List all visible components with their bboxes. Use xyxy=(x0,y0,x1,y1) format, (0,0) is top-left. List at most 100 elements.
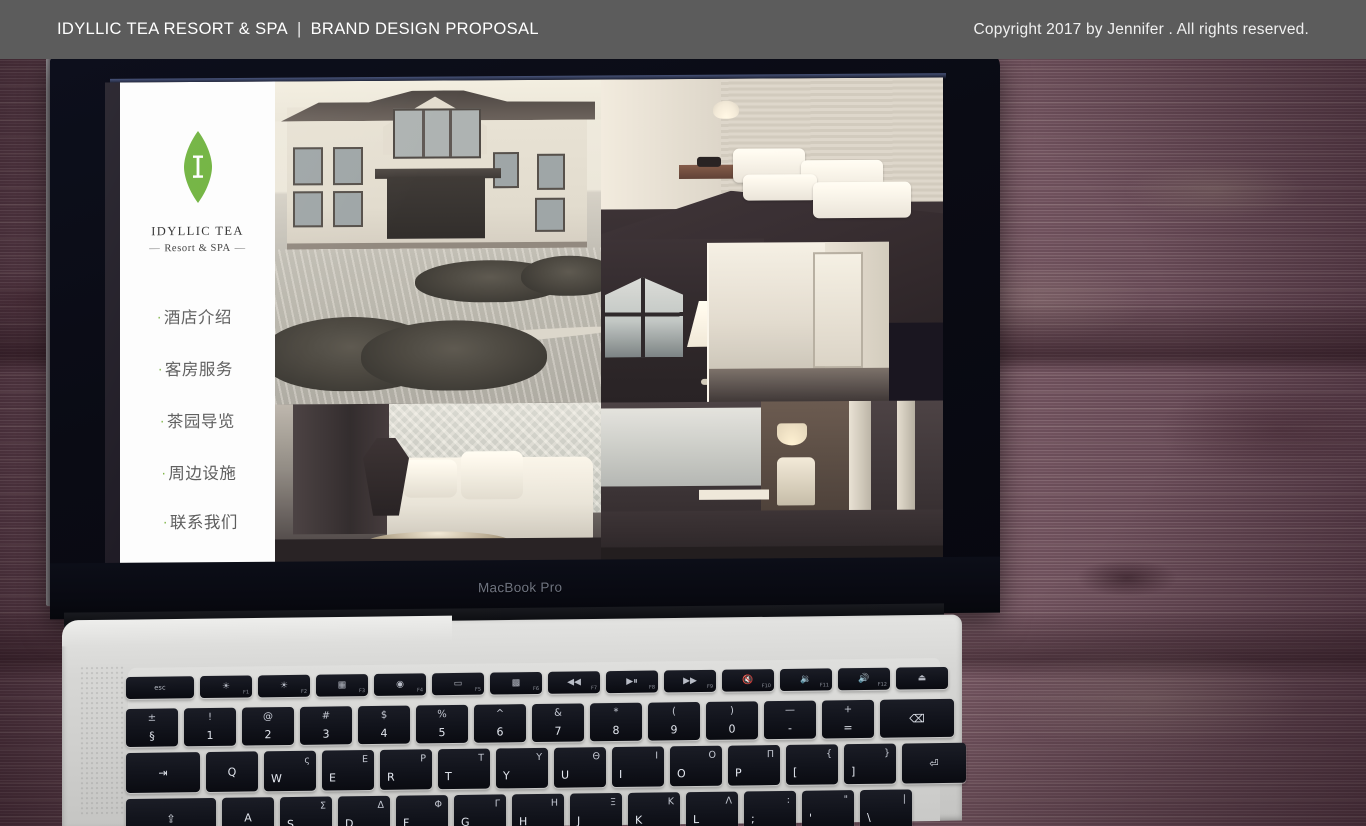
key-§[interactable]: ± § xyxy=(126,708,178,747)
key--[interactable]: — - xyxy=(764,700,816,740)
key-i[interactable]: ΙI xyxy=(612,746,664,788)
key-d[interactable]: ΔD xyxy=(338,795,390,826)
bedroom-telephone xyxy=(697,156,721,167)
key-greek-label: } xyxy=(883,747,890,759)
laptop-base-notch xyxy=(62,615,452,647)
key-q[interactable]: Q xyxy=(206,751,258,793)
key-shift-label: & xyxy=(554,707,562,719)
desk-room-photo[interactable] xyxy=(601,400,943,564)
key-j[interactable]: ΞJ xyxy=(570,792,622,826)
key-f[interactable]: ΦF xyxy=(396,795,448,826)
key-h[interactable]: ΗH xyxy=(512,793,564,826)
key-l[interactable]: ΛL xyxy=(686,791,738,826)
nav-item-room-service[interactable]: · 客房服务 xyxy=(116,356,275,381)
key-shift-label: ( xyxy=(672,706,676,718)
nav-item-contact-us[interactable]: · 联系我们 xyxy=(126,509,275,534)
nav-item-nearby-facilities[interactable]: · 周边设施 xyxy=(123,460,275,485)
key-f4[interactable]: ◉ F4 xyxy=(374,673,426,696)
key-;[interactable]: :; xyxy=(744,790,796,826)
key-f2[interactable]: ☀ F2 xyxy=(258,674,310,698)
key-9[interactable]: (9 xyxy=(648,701,700,741)
key-'[interactable]: " ' xyxy=(802,790,854,826)
key-delete[interactable]: ⌫ xyxy=(880,698,954,738)
key-greek-label: Δ xyxy=(377,799,385,811)
key-f8[interactable]: ▶⏸ F8 xyxy=(606,670,658,694)
key-f10[interactable]: 🔇 F10 xyxy=(722,669,774,692)
key-6[interactable]: ^ 6 xyxy=(474,704,526,743)
key-label: A xyxy=(244,810,252,825)
corridor-room-photo[interactable] xyxy=(707,241,889,403)
key-f12[interactable]: 🔊 F12 xyxy=(838,667,890,691)
macbook-pro-laptop: IDYLLIC TEA — Resort & SPA — · 酒店介绍 · 客房服务 ·… xyxy=(0,0,1366,826)
key-label: P xyxy=(735,766,742,780)
key-4[interactable]: $4 xyxy=(358,705,410,745)
hotel-exterior-photo[interactable] xyxy=(275,79,601,405)
lounge-cushion xyxy=(403,459,457,498)
key-w[interactable]: ςW xyxy=(264,750,316,792)
key-a[interactable]: A xyxy=(222,797,274,826)
key-shift-label: # xyxy=(321,710,331,722)
key-s[interactable]: ΣS xyxy=(280,796,332,826)
key-0[interactable]: ) 0 xyxy=(706,701,758,740)
key-5[interactable]: % 5 xyxy=(416,704,468,744)
key-glyph: ▶▶ xyxy=(683,675,697,686)
key-glyph: 🔉 xyxy=(800,674,812,685)
key-g[interactable]: ΓG xyxy=(454,794,506,826)
key-f9[interactable]: ▶▶ F9 xyxy=(664,669,716,693)
key-label: 8 xyxy=(612,723,620,738)
nav-item-tea-garden-tour[interactable]: · 茶园导览 xyxy=(120,408,275,433)
key-k[interactable]: ΚK xyxy=(628,792,680,826)
key-return[interactable]: ⏎ xyxy=(902,742,966,784)
key-tab[interactable]: ⇥ xyxy=(126,752,200,793)
key-label: 3 xyxy=(322,727,330,741)
key-fn-label: F2 xyxy=(300,688,307,695)
key-r[interactable]: ΡR xyxy=(380,749,432,790)
key-glyph: ☀ xyxy=(221,681,231,692)
key-shift-label: ) xyxy=(730,705,734,717)
key-\[interactable]: | \ xyxy=(860,789,912,826)
key-esc[interactable]: esc xyxy=(126,676,194,699)
key-f3[interactable]: ▦ F3 xyxy=(316,674,368,697)
key-o[interactable]: ΟO xyxy=(670,745,722,787)
nav-item-label: 客房服务 xyxy=(164,359,233,380)
subtitle-text: Resort & SPA xyxy=(164,242,231,255)
key-f1[interactable]: ☀ F1 xyxy=(200,675,252,699)
screenshot-root: IDYLLIC TEA — Resort & SPA — · 酒店介绍 · 客房服务 ·… xyxy=(0,0,1366,826)
key-f6[interactable]: ▩ F6 xyxy=(490,671,542,695)
laptop-speaker-grille xyxy=(80,665,124,817)
key-7[interactable]: & 7 xyxy=(532,703,584,743)
nav-item-hotel-intro[interactable]: · 酒店介绍 xyxy=(114,304,275,329)
key-1[interactable]: ! 1 xyxy=(184,707,236,747)
key-[[interactable]: {[ xyxy=(786,744,838,785)
key-shift-label: — xyxy=(785,704,795,716)
brand-name: IDYLLIC TEA xyxy=(151,223,244,239)
key-shift-label: ! xyxy=(207,711,212,723)
laptop-display: IDYLLIC TEA — Resort & SPA — · 酒店介绍 · 客房服务 ·… xyxy=(105,77,943,567)
key-capslock[interactable]: ⇪ xyxy=(126,797,216,826)
key-f7[interactable]: ◀◀ F7 xyxy=(548,671,600,694)
nav-item-label: 周边设施 xyxy=(168,463,237,484)
key-3[interactable]: #3 xyxy=(300,706,352,745)
key-u[interactable]: ΘU xyxy=(554,747,606,788)
key-f11[interactable]: 🔉 F11 xyxy=(780,668,832,692)
key-=[interactable]: + = xyxy=(822,699,874,739)
desk-room-chair xyxy=(777,457,815,506)
lounge-sofa-photo[interactable] xyxy=(275,402,601,566)
header-title-group: IDYLLIC TEA RESORT & SPA | BRAND DESIGN PR… xyxy=(57,0,539,59)
key-8[interactable]: * 8 xyxy=(590,702,642,742)
key-t[interactable]: ΤT xyxy=(438,748,490,790)
keyboard-home-row: ⇪ A Σ S Δ D Φ F Γ G Η H Ξ J Κ K Λ L:; " ' | \ xyxy=(126,789,912,826)
key-2[interactable]: @2 xyxy=(242,706,294,746)
key-e[interactable]: ΕE xyxy=(322,749,374,791)
key-greek-label: { xyxy=(825,748,832,760)
key-label: [ xyxy=(793,765,798,779)
key-f5[interactable]: ▭ F5 xyxy=(432,672,484,696)
key-eject[interactable]: ⏏ xyxy=(896,666,948,690)
copyright-notice: Copyright 2017 by Jennifer . All rights … xyxy=(973,21,1309,38)
key-glyph: esc xyxy=(154,683,166,692)
key-fn-label: F10 xyxy=(761,683,771,690)
key-][interactable]: }] xyxy=(844,743,896,785)
key-p[interactable]: ΠP xyxy=(728,745,780,786)
key-greek-label: Ι xyxy=(655,750,658,762)
key-y[interactable]: ΥY xyxy=(496,747,548,789)
